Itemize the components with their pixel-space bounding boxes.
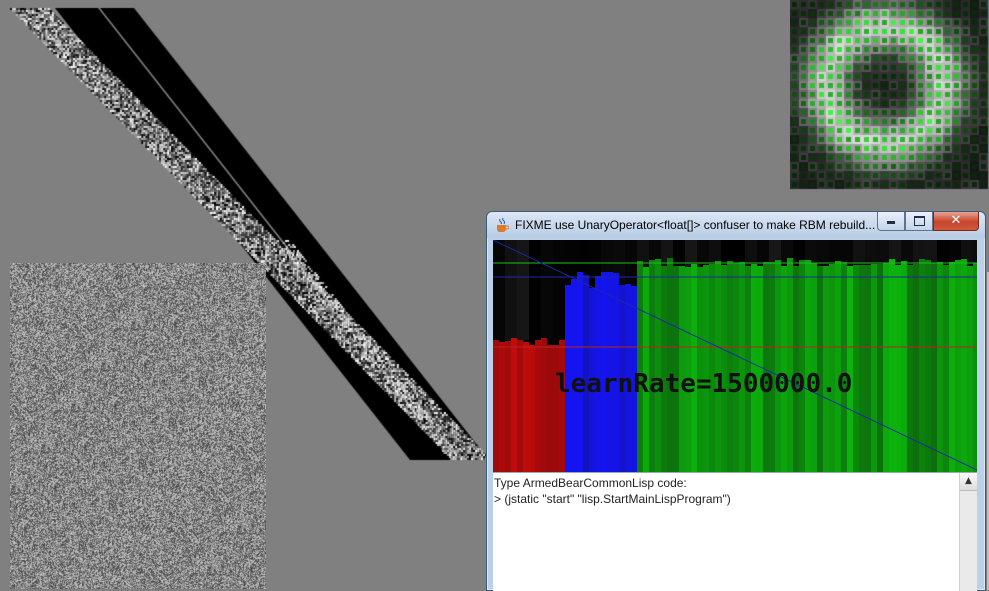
green-column <box>715 261 721 472</box>
green-column <box>799 260 805 472</box>
console-scrollbar[interactable]: ▲ <box>959 473 977 591</box>
red-column <box>529 345 535 472</box>
plot-background-cell <box>517 240 529 340</box>
red-column <box>523 342 529 472</box>
red-column <box>505 341 511 472</box>
app-window[interactable]: FIXME use UnaryOperator<float[]> confuse… <box>486 211 989 591</box>
console-output[interactable]: Type ArmedBearCommonLisp code: > (jstati… <box>494 475 957 507</box>
title-bar[interactable]: FIXME use UnaryOperator<float[]> confuse… <box>487 212 985 238</box>
java-cup-icon <box>497 217 509 232</box>
green-column <box>895 265 901 472</box>
console-command: > (jstatic "start" "lisp.StartMainLispPr… <box>494 492 731 506</box>
red-column <box>511 338 517 472</box>
minimize-button[interactable] <box>877 212 905 231</box>
red-column <box>517 340 523 472</box>
window-title: FIXME use UnaryOperator<float[]> confuse… <box>515 218 875 232</box>
console-header: Type ArmedBearCommonLisp code: <box>494 476 687 490</box>
green-column <box>901 261 907 472</box>
green-column <box>961 259 967 472</box>
green-column <box>925 260 931 472</box>
green-column <box>919 259 925 472</box>
learn-rate-label: learnRate=1500000.0 <box>555 369 853 399</box>
green-column <box>775 260 781 472</box>
red-column <box>493 340 499 472</box>
green-column <box>751 264 757 472</box>
green-column <box>637 261 643 472</box>
caption-buttons: ✕ <box>877 212 979 232</box>
training-plot-panel: learnRate=1500000.0 <box>493 240 977 472</box>
plot-background-cell <box>541 240 553 340</box>
noise-texture-image <box>10 263 266 589</box>
green-column <box>835 261 841 472</box>
red-column <box>547 345 553 472</box>
green-column <box>931 263 937 472</box>
scroll-up-arrow-icon[interactable]: ▲ <box>960 473 977 491</box>
green-column <box>787 258 793 472</box>
green-column <box>691 264 697 472</box>
green-column <box>955 260 961 472</box>
green-column <box>907 265 913 472</box>
green-column <box>859 265 865 472</box>
green-column <box>763 262 769 472</box>
training-plot <box>493 240 977 472</box>
green-column <box>877 264 883 472</box>
green-column <box>649 260 655 472</box>
green-column <box>967 266 973 472</box>
close-button[interactable]: ✕ <box>933 212 979 231</box>
green-column <box>841 262 847 472</box>
minimize-icon <box>887 221 895 224</box>
green-column <box>889 259 895 472</box>
green-column <box>943 265 949 472</box>
green-column <box>871 264 877 472</box>
maximize-icon <box>914 216 925 226</box>
maximize-button[interactable] <box>905 212 933 231</box>
red-column <box>535 340 541 472</box>
green-column <box>739 262 745 472</box>
plot-background-cell <box>493 240 505 340</box>
green-column <box>733 263 739 472</box>
green-column <box>769 262 775 472</box>
green-column <box>805 260 811 472</box>
green-column <box>829 264 835 472</box>
red-column <box>541 338 547 472</box>
close-icon: ✕ <box>950 213 962 228</box>
green-column <box>949 262 955 472</box>
green-column <box>811 263 817 472</box>
plot-background-cell <box>529 240 541 340</box>
green-column <box>865 265 871 472</box>
lisp-console[interactable]: Type ArmedBearCommonLisp code: > (jstati… <box>493 472 977 591</box>
plot-background-cell <box>505 240 517 340</box>
green-column <box>709 264 715 472</box>
green-column <box>973 263 977 472</box>
plot-background-cell <box>553 240 565 340</box>
red-column <box>559 340 565 472</box>
red-column <box>499 342 505 472</box>
green-column <box>883 263 889 472</box>
green-column <box>667 258 673 472</box>
green-column <box>937 262 943 472</box>
green-column <box>655 259 661 472</box>
green-weight-grid-image <box>790 0 989 194</box>
red-column <box>553 345 559 472</box>
green-column <box>727 261 733 472</box>
green-column <box>853 265 859 472</box>
